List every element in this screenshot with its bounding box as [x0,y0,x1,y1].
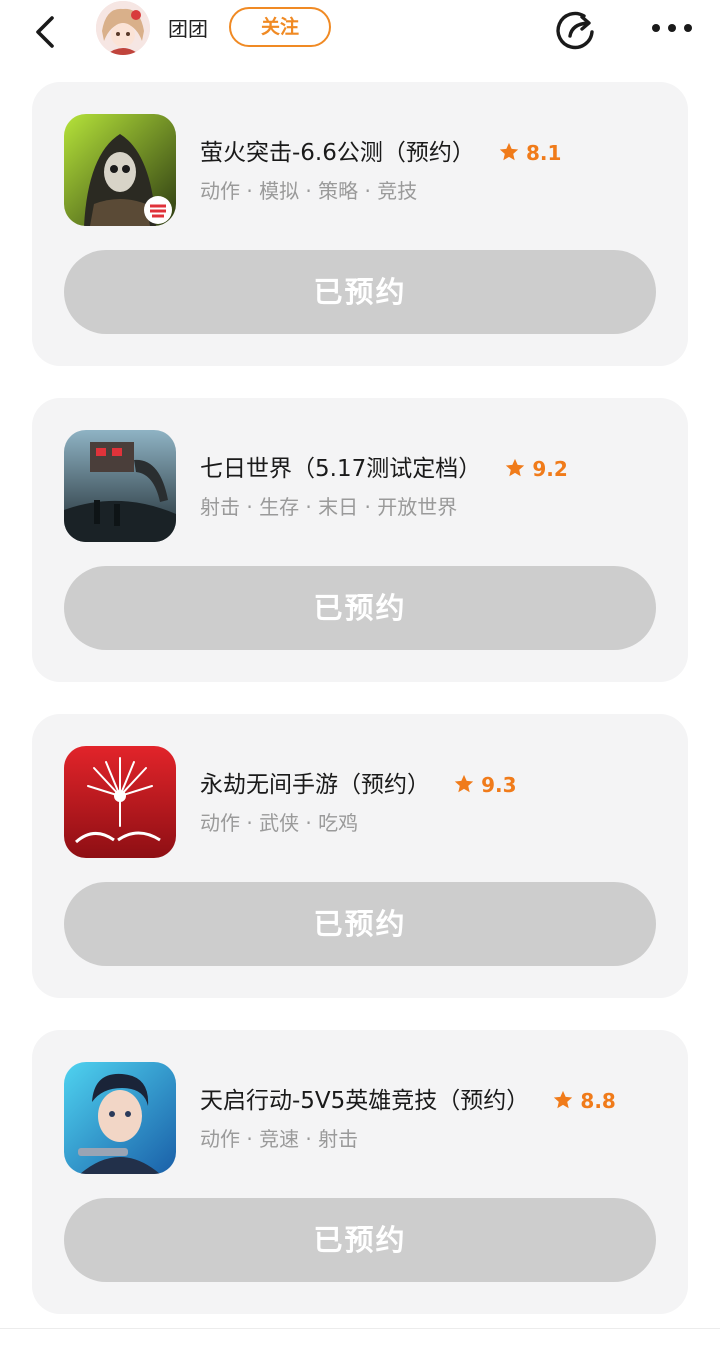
game-rating: 9.3 [453,768,517,802]
back-icon[interactable] [26,12,66,52]
game-title[interactable]: 七日世界（5.17测试定档） [200,452,481,486]
game-tags: 射击 · 生存 · 末日 · 开放世界 [200,495,458,519]
more-icon[interactable] [648,10,696,46]
game-title-row: 七日世界（5.17测试定档） 9.2 [200,452,568,486]
game-rating: 8.1 [498,136,561,170]
game-rating: 9.2 [504,452,568,486]
game-tags: 动作 · 武侠 · 吃鸡 [200,811,359,835]
game-title[interactable]: 天启行动-5V5英雄竞技（预约） [200,1084,529,1118]
username[interactable]: 团团 [168,16,208,42]
game-icon[interactable] [64,1062,176,1174]
star-icon [499,142,519,161]
divider [0,1328,720,1329]
game-card[interactable]: 七日世界（5.17测试定档） 9.2 射击 · 生存 · 末日 · 开放世界 已… [32,398,688,682]
reserved-button[interactable]: 已预约 [64,250,656,334]
game-card[interactable]: 萤火突击-6.6公测（预约） 8.1 动作 · 模拟 · 策略 · 竞技 已预约 [32,82,688,366]
game-title-row: 萤火突击-6.6公测（预约） 8.1 [200,136,561,170]
rating-value: 9.3 [481,773,517,797]
reserved-button[interactable]: 已预约 [64,1198,656,1282]
game-title[interactable]: 永劫无间手游（预约） [200,768,430,802]
share-icon[interactable] [554,8,598,52]
game-card[interactable]: 永劫无间手游（预约） 9.3 动作 · 武侠 · 吃鸡 已预约 [32,714,688,998]
game-icon[interactable] [64,430,176,542]
reserved-button[interactable]: 已预约 [64,566,656,650]
star-icon [506,458,525,477]
rating-value: 9.2 [532,457,568,481]
rating-value: 8.1 [525,141,562,165]
rating-value: 8.8 [580,1089,616,1113]
game-title-row: 永劫无间手游（预约） 9.3 [200,768,517,802]
game-icon[interactable] [64,114,176,226]
game-tags: 动作 · 竞速 · 射击 [200,1127,359,1151]
avatar[interactable] [96,1,150,55]
game-tags: 动作 · 模拟 · 策略 · 竞技 [200,179,418,203]
star-icon [554,1090,573,1109]
follow-button[interactable]: 关注 [229,7,331,47]
game-title[interactable]: 萤火突击-6.6公测（预约） [200,136,475,170]
game-card[interactable]: 天启行动-5V5英雄竞技（预约） 8.8 动作 · 竞速 · 射击 已预约 [32,1030,688,1314]
game-icon[interactable] [64,746,176,858]
game-rating: 8.8 [552,1084,616,1118]
top-bar: 团团 关注 [0,0,720,60]
game-title-row: 天启行动-5V5英雄竞技（预约） 8.8 [200,1084,616,1118]
star-icon [454,774,474,793]
reserved-button[interactable]: 已预约 [64,882,656,966]
